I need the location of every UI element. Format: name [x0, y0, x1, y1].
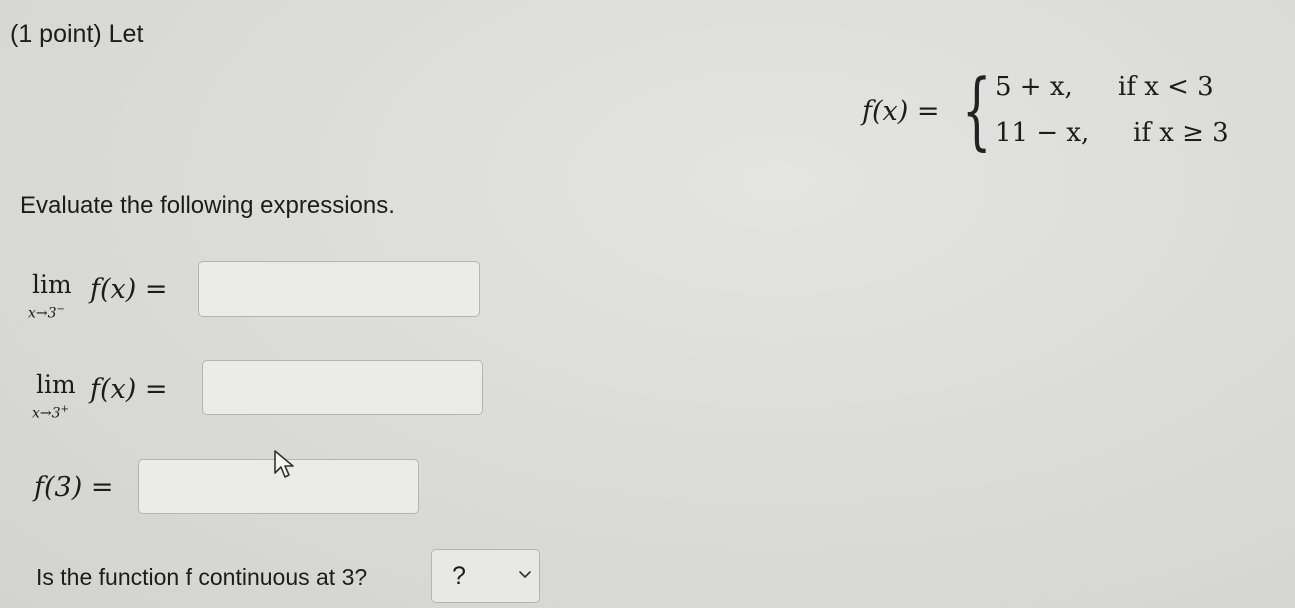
- lim-word: lim: [36, 370, 76, 399]
- left-limit-answer-input[interactable]: [198, 261, 480, 317]
- limit-subscript: x→3−: [28, 304, 65, 322]
- limit-subscript: x→3+: [32, 404, 69, 422]
- case-1-expression: 5 + x,: [995, 72, 1073, 102]
- piecewise-brace: {: [962, 61, 992, 159]
- instructions-text: Evaluate the following expressions.: [20, 192, 395, 219]
- case-2-expression: 11 − x,: [995, 118, 1090, 148]
- continuity-select[interactable]: ?: [431, 549, 540, 603]
- limit-side: −: [56, 304, 65, 315]
- right-limit-answer-input[interactable]: [202, 360, 483, 415]
- case-1-condition: if x < 3: [1118, 72, 1214, 102]
- limit-side: +: [60, 404, 69, 415]
- mouse-cursor-icon: [274, 450, 294, 478]
- lim-word: lim: [32, 270, 72, 299]
- chevron-down-icon: [519, 571, 531, 578]
- function-definition-lhs: f(x) =: [862, 96, 940, 127]
- continuity-select-value: ?: [452, 562, 466, 590]
- problem-intro: (1 point) Let: [10, 20, 144, 48]
- value-at-3-label: f(3) =: [34, 472, 114, 503]
- limit-expression: f(x) =: [90, 274, 168, 305]
- limit-expression: f(x) =: [90, 374, 168, 405]
- case-2-condition: if x ≥ 3: [1133, 118, 1229, 148]
- continuity-question: Is the function f continuous at 3?: [36, 564, 368, 590]
